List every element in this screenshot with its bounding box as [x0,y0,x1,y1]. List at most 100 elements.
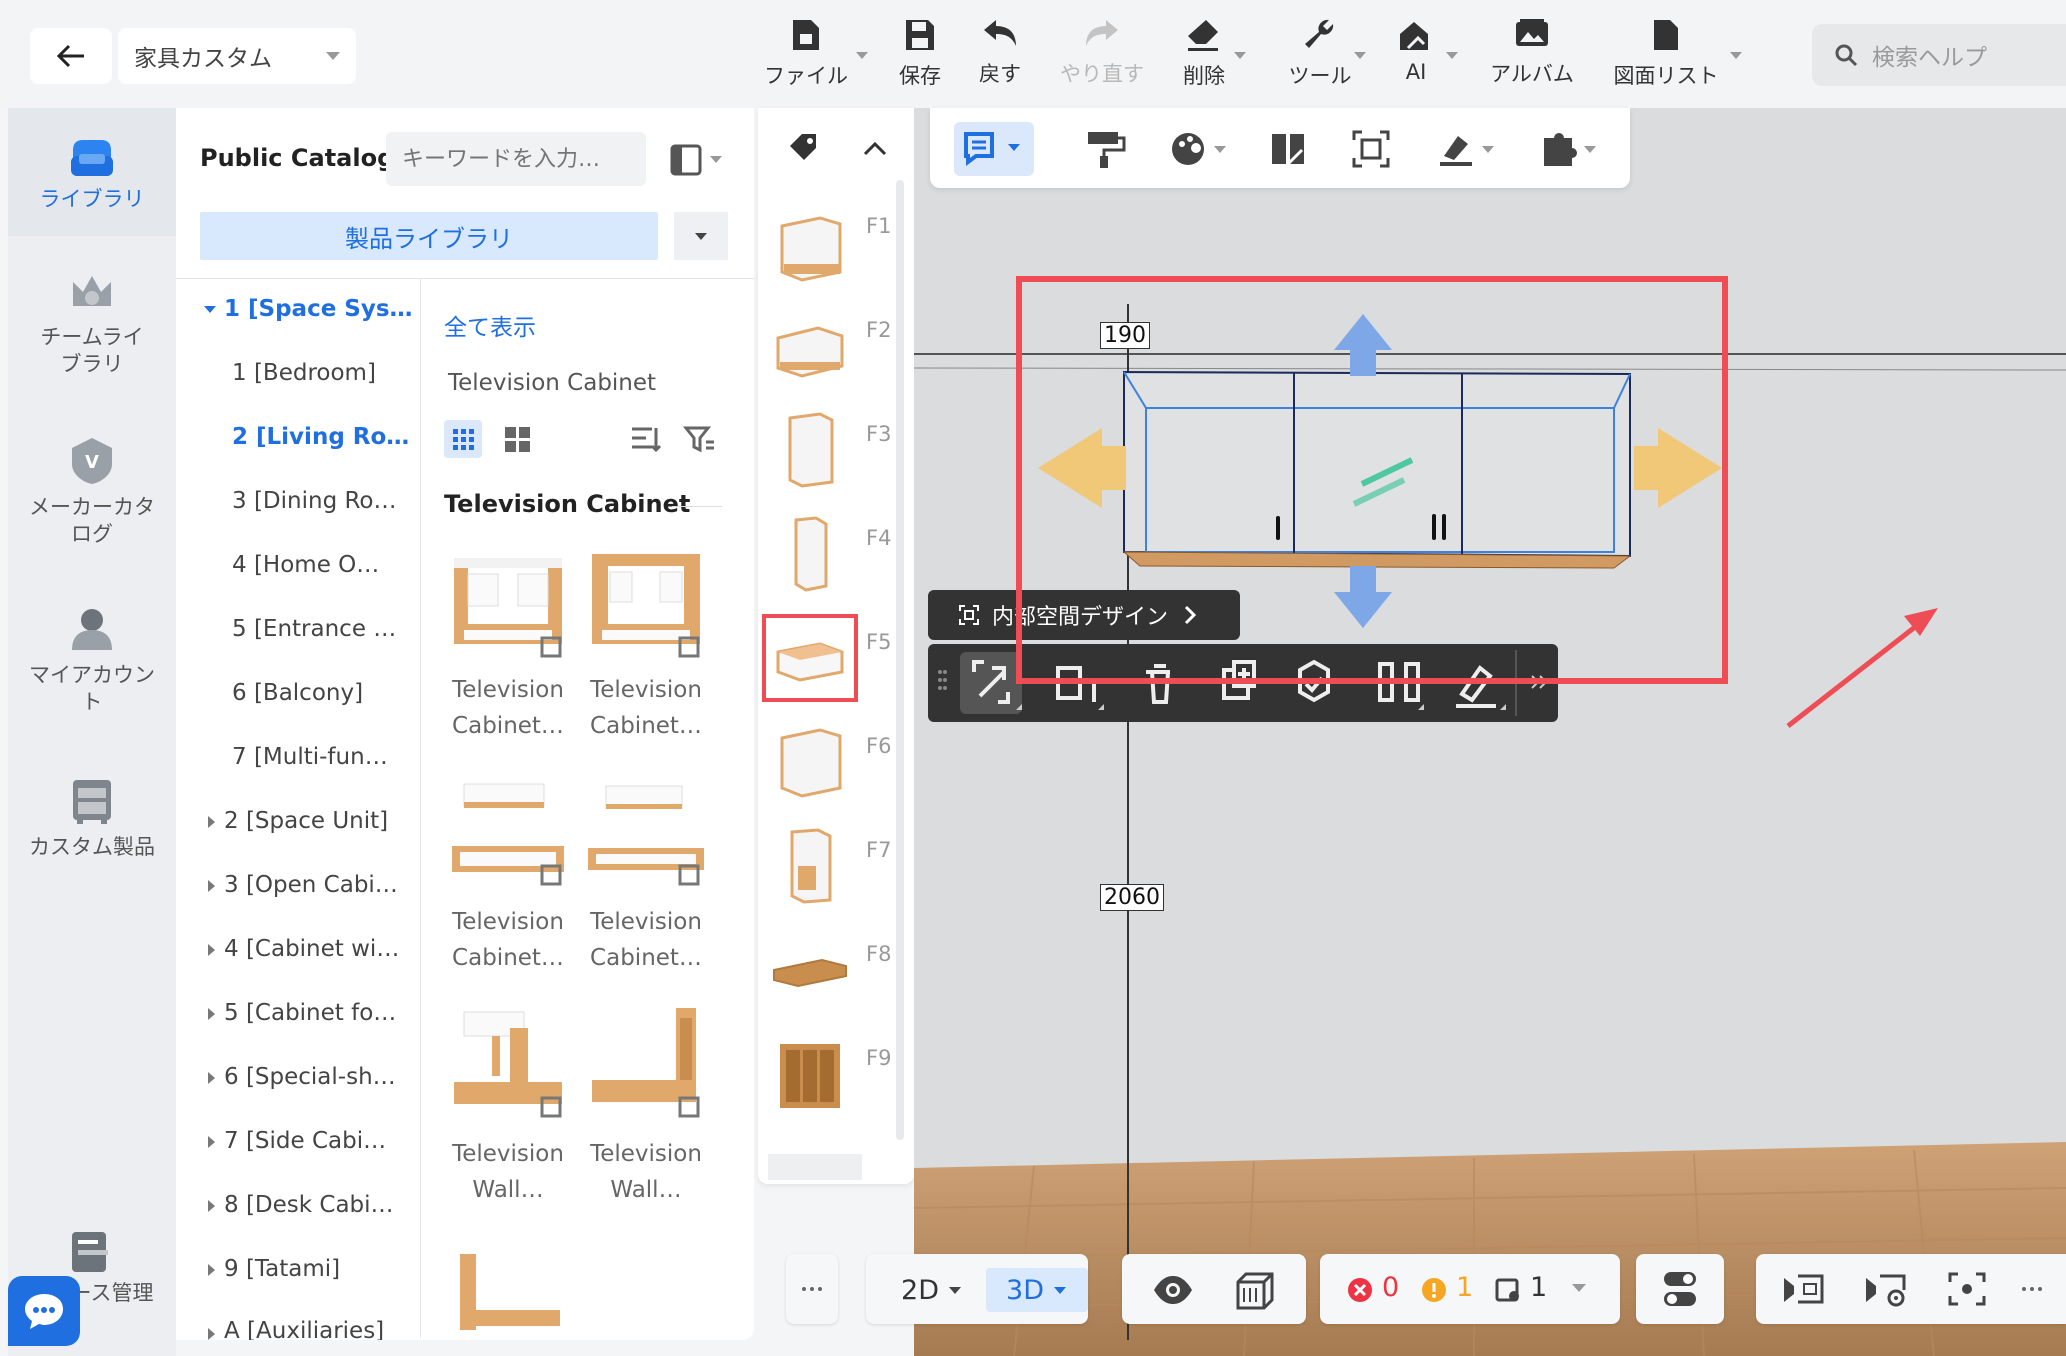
toolbar-save-button[interactable]: 保存 [880,18,960,94]
product-library-button[interactable]: 製品ライブラリ [200,212,658,260]
sidebar-item-team-library[interactable]: チームライブラリ [8,270,176,378]
bottom-more-right-button[interactable] [2010,1266,2054,1312]
select-frame-button[interactable] [1346,124,1396,174]
bottom-more-left-button[interactable] [786,1254,838,1324]
tree-item[interactable]: 4 [Cabinet wi… [224,936,399,962]
tree-collapse-icon[interactable] [208,944,215,956]
tree-collapse-icon[interactable] [208,1200,215,1212]
tree-item[interactable]: 7 [Multi-fun… [232,744,388,770]
tree-collapse-icon[interactable] [208,1008,215,1020]
product-card[interactable]: Television Wall… [444,998,572,1208]
strip-thumbnail-f9[interactable] [770,1034,850,1114]
strip-thumbnail-f8[interactable] [770,930,850,1010]
tree-item[interactable]: 6 [Balcony] [232,680,363,706]
chevron-down-icon[interactable] [1730,52,1742,59]
camera-settings-button[interactable] [1860,1266,1910,1312]
visibility-button[interactable] [1150,1270,1196,1310]
product-card[interactable] [444,1250,572,1330]
tree-collapse-icon[interactable] [208,1072,215,1084]
product-card[interactable]: Television Cabinet… [444,766,572,976]
caret-down-icon[interactable] [1570,1282,1588,1294]
box-view-button[interactable] [1232,1268,1278,1312]
tree-collapse-icon[interactable] [208,1328,215,1340]
tree-item[interactable]: 1 [Space Sys… [224,296,413,322]
panel-layout-button[interactable] [668,140,728,180]
chat-support-button[interactable] [8,1276,80,1346]
category-select[interactable]: 家具カスタム [118,28,356,84]
focus-button[interactable] [1942,1266,1992,1312]
tree-item[interactable]: 2 [Space Unit] [224,808,388,834]
dimension-label-side[interactable]: 2060 [1100,884,1164,911]
product-library-dropdown[interactable] [674,212,728,260]
wrench-icon [1305,19,1334,48]
sidebar-item-library[interactable]: ライブラリ [8,108,176,236]
catalog-search-input[interactable] [386,132,646,186]
tree-collapse-icon[interactable] [208,1264,215,1276]
tree-item[interactable]: A [Auxiliaries] [224,1318,384,1340]
strip-thumbnail-f3[interactable] [770,410,850,490]
back-button[interactable] [30,28,112,84]
sidebar-item-maker-catalog[interactable]: V メーカーカタログ [8,436,176,548]
toolbar-redo-button[interactable]: やり直す [1050,18,1154,94]
tree-item[interactable]: 3 [Open Cabi… [224,872,398,898]
product-card[interactable]: Television Cabinet… [582,534,710,744]
product-name-line1: Television [452,909,564,935]
tag-button[interactable] [786,132,820,166]
sidebar-item-custom-products[interactable]: カスタム製品 [8,776,176,861]
strip-thumbnail-partial[interactable] [768,1154,862,1180]
tree-item[interactable]: 6 [Special-sh… [224,1064,396,1090]
chevron-down-icon[interactable] [1446,52,1458,59]
grid-view-small-button[interactable] [444,420,482,458]
chevron-down-icon[interactable] [1354,52,1366,59]
edge-banding-button[interactable] [1432,124,1502,174]
chevron-down-icon[interactable] [856,52,868,59]
show-all-link[interactable]: 全て表示 [444,308,536,342]
help-search-input[interactable]: 検索ヘルプ [1812,24,2066,86]
subcategory-chip[interactable]: Television Cabinet [448,370,656,396]
strip-scrollbar[interactable] [896,180,904,1140]
chevron-down-icon[interactable] [1234,52,1246,59]
tree-item[interactable]: 7 [Side Cabi… [224,1128,386,1154]
tree-item[interactable]: 1 [Bedroom] [232,360,376,386]
strip-thumbnail-f2[interactable] [770,306,850,386]
settings-toggle-button[interactable] [1636,1254,1724,1324]
view-3d-button[interactable]: 3D [986,1268,1088,1312]
view-3d-label: 3D [1006,1274,1044,1306]
view-2d-button[interactable]: 2D [886,1268,978,1312]
paint-roller-button[interactable] [1080,124,1130,174]
sort-button[interactable] [626,420,664,458]
tree-item[interactable]: 5 [Entrance … [232,616,396,642]
tree-item[interactable]: 4 [Home O… [232,552,379,578]
tree-collapse-icon[interactable] [208,1136,215,1148]
tree-item[interactable]: 8 [Desk Cabi… [224,1192,394,1218]
toolbar-drawings-button[interactable]: 図面リスト [1604,18,1728,94]
product-card[interactable]: Television Wall… [582,998,710,1208]
tree-item[interactable]: 3 [Dining Ro… [232,488,397,514]
toolbar-ai-button[interactable]: AI [1380,18,1452,94]
grid-view-large-button[interactable] [498,420,536,458]
tree-item[interactable]: 9 [Tatami] [224,1256,340,1282]
tree-collapse-icon[interactable] [208,816,215,828]
toolbar-undo-button[interactable]: 戻す [960,18,1040,94]
product-card[interactable]: Television Cabinet… [444,534,572,744]
tree-collapse-icon[interactable] [208,880,215,892]
filter-button[interactable] [680,420,718,458]
plugins-button[interactable] [1534,124,1604,174]
design-mode-button[interactable] [954,122,1034,176]
toolbar-album-button[interactable]: アルバム [1480,18,1584,94]
sidebar-item-my-account[interactable]: マイアカウント [8,604,176,716]
strip-thumbnail-f1[interactable] [770,206,850,286]
collapse-strip-button[interactable] [860,134,890,164]
camera-view-button[interactable] [1778,1266,1828,1312]
toolbar-file-button[interactable]: ファイル [758,18,854,94]
toolbar-delete-button[interactable]: 削除 [1164,18,1244,94]
door-style-button[interactable] [1264,124,1314,174]
material-button[interactable] [1164,124,1234,174]
product-card[interactable]: Television Cabinet… [582,766,710,976]
strip-thumbnail-f7[interactable] [770,826,850,906]
tree-item[interactable]: 2 [Living Ro… [232,424,409,450]
strip-thumbnail-f6[interactable] [770,722,850,802]
tree-item[interactable]: 5 [Cabinet fo… [224,1000,396,1026]
strip-thumbnail-f4[interactable] [770,514,850,594]
tree-expand-icon[interactable] [204,306,216,313]
